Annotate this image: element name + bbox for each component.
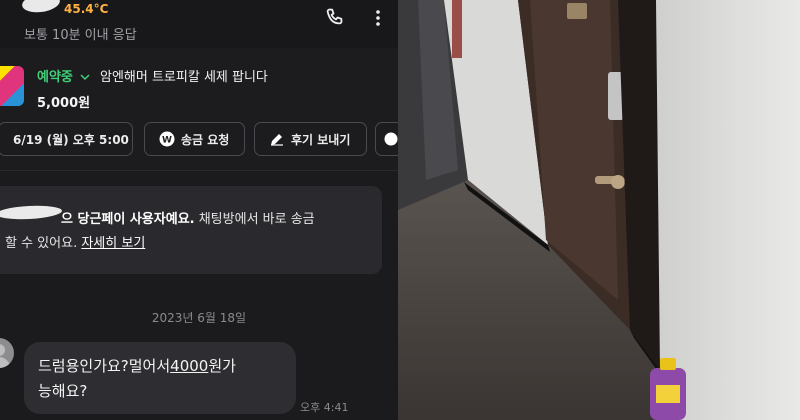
chevron-down-icon xyxy=(80,74,90,81)
pay-notice-card: 으 당근페이 사용자예요. 채팅방에서 바로 송금 할 수 있어요. 자세히 보… xyxy=(0,186,382,274)
won-coin-icon: W xyxy=(159,131,175,147)
more-action-icon xyxy=(384,132,398,146)
request-payment-button[interactable]: W 송금 요청 xyxy=(144,122,245,156)
pencil-icon xyxy=(271,134,283,146)
manner-temperature: 45.4°C xyxy=(64,2,109,16)
chat-header: 45.4°C 보통 10분 이내 응답 xyxy=(0,0,398,49)
more-action-button[interactable] xyxy=(375,122,398,156)
message-time: 오후 4:41 xyxy=(300,401,349,414)
schedule-button[interactable]: 6/19 (월) 오후 5:00 xyxy=(0,122,133,156)
amount-link[interactable]: 4000 xyxy=(170,357,208,375)
phone-icon[interactable] xyxy=(323,6,347,30)
details-link[interactable]: 자세히 보기 xyxy=(81,236,145,251)
more-vertical-icon[interactable] xyxy=(366,6,390,30)
reservation-status[interactable]: 예약중 xyxy=(37,66,90,85)
date-separator: 2023년 6월 18일 xyxy=(151,311,247,325)
redacted-username xyxy=(20,0,62,15)
notice-line-2: 할 수 있어요. 자세히 보기 xyxy=(5,236,146,251)
hallway-photo xyxy=(398,0,800,420)
product-info[interactable]: 예약중 암엔해머 트로피칼 세제 팝니다 5,000원 6/19 (월) 오후 … xyxy=(0,48,398,171)
product-thumbnail[interactable] xyxy=(0,66,24,106)
chat-panel: 45.4°C 보통 10분 이내 응답 예약중 암엔해머 트로피칼 세제 팝니다… xyxy=(0,0,398,420)
response-time: 보통 10분 이내 응답 xyxy=(24,28,137,43)
product-price: 5,000원 xyxy=(37,96,91,111)
hallway-image xyxy=(398,0,800,420)
request-payment-label: 송금 요청 xyxy=(181,132,230,147)
svg-text:W: W xyxy=(162,136,172,146)
avatar[interactable] xyxy=(0,338,14,368)
product-title: 암엔해머 트로피칼 세제 팝니다 xyxy=(100,70,268,85)
message-text: 드럼용인가요?멀어서4000원가 능해요? xyxy=(38,357,236,400)
send-review-button[interactable]: 후기 보내기 xyxy=(254,122,367,156)
notice-line-1: 으 당근페이 사용자예요. 채팅방에서 바로 송금 xyxy=(61,212,315,227)
redacted-name xyxy=(0,204,63,221)
schedule-label: 6/19 (월) 오후 5:00 xyxy=(13,132,129,147)
incoming-message-bubble[interactable]: 드럼용인가요?멀어서4000원가 능해요? xyxy=(24,342,296,414)
send-review-label: 후기 보내기 xyxy=(291,132,351,147)
